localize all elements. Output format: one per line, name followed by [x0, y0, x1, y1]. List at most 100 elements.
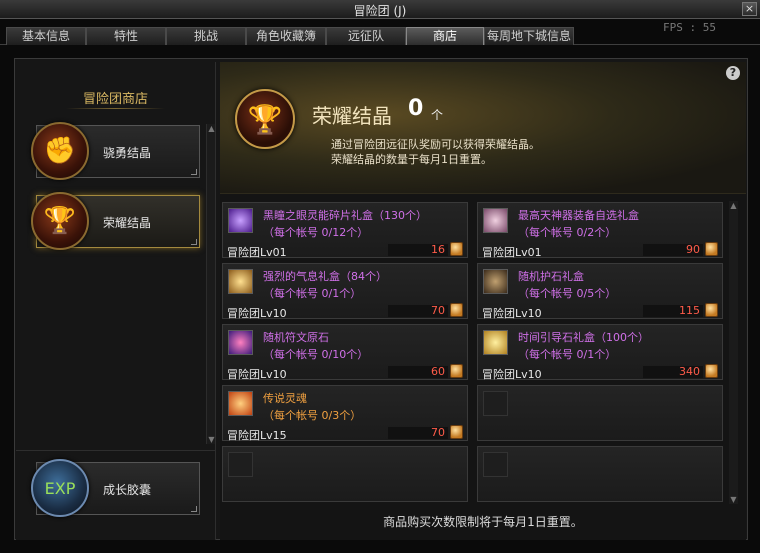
title-bar: 冒险团 (J) ×: [0, 0, 760, 19]
item-limit: （每个帐号 0/2个）: [518, 226, 617, 239]
glory-coin-icon: [450, 303, 463, 317]
tab-traits[interactable]: 特性: [86, 27, 166, 45]
fps-counter: FPS : 55: [663, 21, 716, 34]
item-level: 冒险团Lv10: [482, 307, 542, 320]
tab-shop[interactable]: 商店: [406, 27, 484, 45]
sidebar-item-label: 骁勇结晶: [103, 146, 152, 160]
item-price: 90: [686, 243, 700, 256]
item-limit: （每个帐号 0/1个）: [518, 348, 617, 361]
corner-decoration: [191, 506, 197, 512]
item-name: 时间引导石礼盒（100个）: [518, 331, 649, 344]
sidebar-item-label: 荣耀结晶: [103, 216, 152, 230]
item-level: 冒险团Lv01: [227, 246, 287, 259]
help-icon[interactable]: ?: [726, 66, 740, 80]
item-limit: （每个帐号 0/5个）: [518, 287, 617, 300]
sidebar-item-growth-capsule[interactable]: EXP 成长胶囊: [31, 459, 200, 517]
item-price: 70: [431, 426, 445, 439]
empty-item-slot: [477, 446, 723, 502]
item-price: 70: [431, 304, 445, 317]
glory-crystal-icon: 🏆: [235, 89, 295, 149]
shop-item[interactable]: 传说灵魂 （每个帐号 0/3个） 冒险团Lv15 70: [222, 385, 468, 442]
gift-box-icon: [483, 208, 508, 233]
item-level: 冒险团Lv10: [227, 307, 287, 320]
shop-content: 🏆 荣耀结晶 0 个 通过冒险团远征队奖励可以获得荣耀结晶。 荣耀结晶的数量于每…: [220, 62, 746, 540]
scroll-down-icon[interactable]: ▼: [207, 435, 216, 444]
shop-item[interactable]: 黑瞳之眼灵能碎片礼盒（130个） （每个帐号 0/12个） 冒险团Lv01 16: [222, 202, 468, 259]
sidebar-title: 冒险团商店: [82, 92, 148, 107]
sidebar-scrollbar[interactable]: ▲ ▼: [206, 124, 215, 444]
empty-slot-icon: [483, 391, 508, 416]
corner-decoration: [191, 239, 197, 245]
sidebar-divider: [16, 450, 215, 451]
empty-item-slot: [477, 385, 723, 441]
item-price: 60: [431, 365, 445, 378]
glory-coin-icon: [705, 242, 718, 256]
glory-coin-icon: [450, 242, 463, 256]
window-title: 冒险团 (J): [353, 4, 407, 18]
shop-item[interactable]: 最高天神器装备自选礼盒 （每个帐号 0/2个） 冒险团Lv01 90: [477, 202, 723, 259]
sidebar-title-divider: [66, 108, 165, 109]
item-name: 最高天神器装备自选礼盒: [518, 209, 639, 222]
item-level: 冒险团Lv15: [227, 429, 287, 442]
item-name: 随机符文原石: [263, 331, 329, 344]
currency-unit: 个: [431, 108, 444, 122]
item-price: 340: [679, 365, 700, 378]
legendary-soul-icon: [228, 391, 253, 416]
treasure-chest-icon: [228, 269, 253, 294]
golden-box-icon: [483, 330, 508, 355]
purchase-limit-note: 商品购买次数限制将于每月1日重置。: [383, 515, 583, 529]
sidebar-item-glory-crystal[interactable]: 🏆 荣耀结晶: [31, 192, 200, 250]
empty-item-slot: [222, 446, 468, 502]
tab-basic-info[interactable]: 基本信息: [6, 27, 86, 45]
scroll-down-icon[interactable]: ▼: [729, 495, 738, 504]
glory-coin-icon: [450, 364, 463, 378]
sidebar-item-label: 成长胶囊: [103, 483, 152, 497]
shop-sidebar: 冒险团商店 ✊ 骁勇结晶 🏆 荣耀结晶 ▲ ▼ EXP 成长胶囊: [16, 62, 216, 540]
close-button[interactable]: ×: [742, 2, 757, 16]
tab-weekly-dungeon[interactable]: 每周地下城信息: [484, 27, 574, 45]
sidebar-item-valor-crystal[interactable]: ✊ 骁勇结晶: [31, 122, 200, 180]
currency-reset-note: 荣耀结晶的数量于每月1日重置。: [331, 153, 492, 166]
rune-stone-icon: [228, 330, 253, 355]
corner-decoration: [191, 169, 197, 175]
shop-item[interactable]: 时间引导石礼盒（100个） （每个帐号 0/1个） 冒险团Lv10 340: [477, 324, 723, 381]
item-level: 冒险团Lv01: [482, 246, 542, 259]
glory-crystal-icon: 🏆: [31, 192, 89, 250]
item-level: 冒险团Lv10: [482, 368, 542, 381]
shop-item-grid: 黑瞳之眼灵能碎片礼盒（130个） （每个帐号 0/12个） 冒险团Lv01 16…: [220, 200, 746, 504]
item-level: 冒险团Lv10: [227, 368, 287, 381]
item-limit: （每个帐号 0/10个）: [263, 348, 369, 361]
item-limit: （每个帐号 0/1个）: [263, 287, 362, 300]
currency-description: 通过冒险团远征队奖励可以获得荣耀结晶。: [331, 138, 540, 151]
item-name: 传说灵魂: [263, 392, 307, 405]
glory-coin-icon: [705, 364, 718, 378]
shop-item[interactable]: 强烈的气息礼盒（84个） （每个帐号 0/1个） 冒险团Lv10 70: [222, 263, 468, 320]
item-price: 16: [431, 243, 445, 256]
shop-item[interactable]: 随机符文原石 （每个帐号 0/10个） 冒险团Lv10 60: [222, 324, 468, 381]
item-price: 115: [679, 304, 700, 317]
item-name: 随机护石礼盒: [518, 270, 584, 283]
item-name: 强烈的气息礼盒（84个）: [263, 270, 387, 283]
currency-banner: 🏆 荣耀结晶 0 个 通过冒险团远征队奖励可以获得荣耀结晶。 荣耀结晶的数量于每…: [220, 62, 746, 194]
scroll-up-icon[interactable]: ▲: [729, 201, 738, 210]
item-name: 黑瞳之眼灵能碎片礼盒（130个）: [263, 209, 427, 222]
dark-chest-icon: [483, 269, 508, 294]
tab-bar: 基本信息 特性 挑战 角色收藏簿 远征队 商店 每周地下城信息: [0, 27, 760, 45]
currency-count: 0: [408, 96, 424, 121]
glory-coin-icon: [450, 425, 463, 439]
scroll-up-icon[interactable]: ▲: [207, 124, 216, 133]
purple-crystal-icon: [228, 208, 253, 233]
glory-coin-icon: [705, 303, 718, 317]
shop-item[interactable]: 随机护石礼盒 （每个帐号 0/5个） 冒险团Lv10 115: [477, 263, 723, 320]
empty-slot-icon: [228, 452, 253, 477]
empty-slot-icon: [483, 452, 508, 477]
item-limit: （每个帐号 0/3个）: [263, 409, 362, 422]
item-limit: （每个帐号 0/12个）: [263, 226, 369, 239]
exp-capsule-icon: EXP: [31, 459, 89, 517]
item-scrollbar[interactable]: ▲ ▼: [729, 201, 738, 504]
valor-crystal-icon: ✊: [31, 122, 89, 180]
tab-character-collection[interactable]: 角色收藏簿: [246, 27, 326, 45]
tab-challenge[interactable]: 挑战: [166, 27, 246, 45]
currency-name: 荣耀结晶: [312, 104, 392, 128]
tab-expedition[interactable]: 远征队: [326, 27, 406, 45]
